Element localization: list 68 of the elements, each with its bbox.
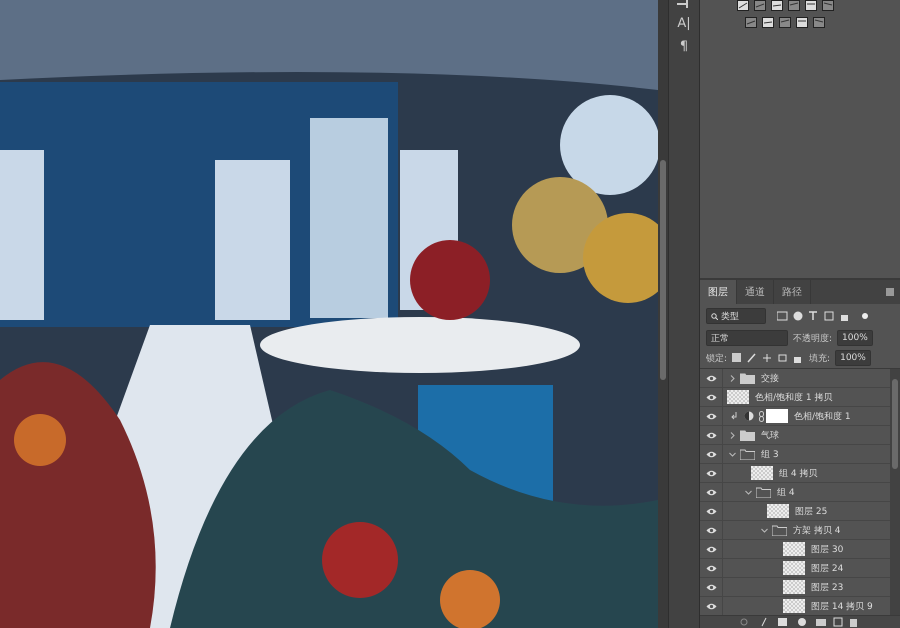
collapsed-caret-icon[interactable] [729, 432, 736, 438]
eye-icon[interactable] [706, 470, 716, 476]
layer-name[interactable]: 图层 30 [811, 542, 844, 556]
expanded-caret-icon[interactable] [745, 488, 752, 496]
layer-thumbnail [727, 390, 749, 404]
adjustment-preset-icon[interactable] [804, 0, 816, 11]
search-icon [711, 312, 718, 320]
layer-name[interactable]: 方架 拷贝 4 [793, 524, 840, 536]
adjustment-preset-icon[interactable] [762, 17, 774, 28]
layer-thumbnail [751, 466, 773, 480]
eye-icon[interactable] [706, 374, 716, 382]
adjustment-icon [744, 411, 754, 421]
eye-icon[interactable] [706, 394, 716, 400]
toolbar-glyph[interactable]: A| [677, 16, 691, 31]
fill-field[interactable]: 100% [835, 350, 871, 366]
layer-thumbnail [783, 580, 805, 594]
layer-name[interactable]: 图层 23 [811, 580, 844, 594]
layer-name[interactable]: 图层 14 拷贝 9 [811, 600, 873, 612]
panel-tab[interactable]: 通道 [737, 280, 774, 304]
expanded-caret-icon[interactable] [729, 450, 736, 458]
eye-icon[interactable] [706, 412, 716, 420]
layer-name[interactable]: 组 4 [777, 486, 795, 498]
layer-name[interactable]: 组 4 拷贝 [779, 466, 818, 480]
eye-icon[interactable] [706, 584, 716, 590]
folder-icon [740, 372, 755, 384]
opacity-label: 不透明度: [793, 332, 832, 344]
adjustment-preset-icon[interactable] [796, 17, 808, 28]
layer-mask-thumbnail [766, 409, 788, 423]
panel-tab[interactable]: 图层 [700, 280, 737, 304]
folder-icon [772, 524, 787, 536]
folder-icon [740, 430, 755, 440]
layer-name[interactable]: 色相/饱和度 1 拷贝 [755, 390, 832, 404]
folder-icon [740, 448, 755, 460]
adjustment-preset-icon[interactable] [770, 0, 782, 11]
layer-name[interactable]: 组 3 [761, 448, 779, 460]
expanded-caret-icon[interactable] [761, 526, 768, 534]
layer-thumbnail [783, 599, 805, 613]
layer-thumbnail [767, 504, 789, 518]
tool-icon[interactable] [677, 0, 691, 8]
layer-name[interactable]: 图层 24 [811, 562, 844, 574]
layer-thumbnail [783, 561, 805, 575]
toolbar-glyph[interactable]: ¶ [680, 39, 688, 54]
lock-label: 锁定: [706, 352, 728, 364]
eye-icon[interactable] [706, 526, 716, 534]
clip-arrow-icon [731, 412, 738, 420]
layer-thumbnail [783, 542, 805, 556]
folder-icon [756, 486, 771, 498]
eye-icon[interactable] [706, 602, 716, 610]
eye-icon[interactable] [706, 564, 716, 572]
layer-actions-drawing[interactable] [740, 617, 860, 627]
collapsed-caret-icon[interactable] [729, 374, 736, 382]
layer-name[interactable]: 色相/饱和度 1 [794, 410, 851, 422]
toggle-icon[interactable] [862, 313, 868, 319]
eye-icon[interactable] [706, 508, 716, 514]
adjustment-preset-icon[interactable] [736, 0, 748, 11]
layer-name[interactable]: 气球 [761, 428, 779, 442]
panel-tab[interactable]: 路径 [774, 280, 811, 304]
fill-label: 填充: [809, 352, 830, 364]
eye-icon[interactable] [706, 546, 716, 552]
filter-dropdown[interactable]: 类型 [706, 308, 766, 324]
layer-name[interactable]: 交接 [761, 372, 779, 384]
blend-mode-dropdown[interactable]: 正常 [706, 330, 788, 346]
opacity-field[interactable]: 100% [837, 330, 873, 346]
eye-icon[interactable] [706, 432, 716, 438]
eye-icon[interactable] [706, 450, 716, 458]
layer-name[interactable]: 图层 25 [795, 504, 828, 518]
eye-icon[interactable] [706, 488, 716, 496]
link-icon [759, 410, 764, 422]
